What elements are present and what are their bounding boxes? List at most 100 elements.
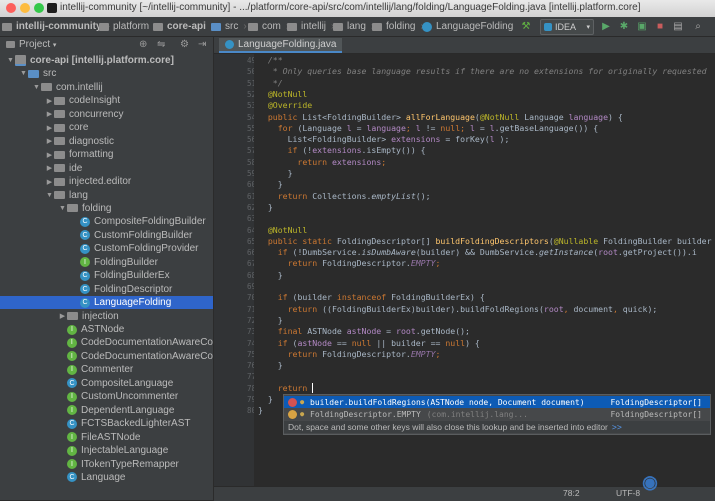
search-icon[interactable]: ⌕ bbox=[692, 19, 704, 34]
tree-item[interactable]: ▶ diagnostic bbox=[0, 135, 213, 148]
collapse-arrow-icon[interactable]: ▶ bbox=[58, 312, 67, 320]
project-panel-header: Project ▾ ⊕ ⇋ ⚙ ⇥ bbox=[0, 37, 213, 54]
tree-item[interactable]: I CodeDocumentationAwareCo bbox=[0, 350, 213, 363]
tree-item[interactable]: I FileASTNode bbox=[0, 431, 213, 444]
tree-item[interactable]: ▶ ide bbox=[0, 162, 213, 175]
close-window-button[interactable] bbox=[6, 3, 16, 13]
run-icon[interactable]: ▶ bbox=[600, 19, 612, 34]
code-line: return Collections.emptyList(); bbox=[258, 190, 431, 201]
tree-item[interactable]: C FoldingBuilderEx bbox=[0, 269, 213, 282]
class-icon: C bbox=[80, 216, 90, 227]
collapse-arrow-icon[interactable]: ▶ bbox=[45, 97, 54, 105]
tree-item-label: FoldingBuilder bbox=[94, 256, 158, 268]
expand-arrow-icon[interactable]: ▼ bbox=[32, 84, 41, 91]
tree-item[interactable]: ▼ com.intellij bbox=[0, 81, 213, 94]
project-view-select[interactable]: Project ▾ bbox=[19, 39, 56, 50]
tree-item[interactable]: ▶ core bbox=[0, 121, 213, 134]
class-icon: C bbox=[80, 270, 90, 281]
tree-item[interactable]: I FoldingBuilder bbox=[0, 256, 213, 269]
tree-item-label: ASTNode bbox=[81, 324, 125, 335]
gear-icon[interactable]: ⚙ bbox=[180, 39, 189, 50]
tree-item[interactable]: I ITokenTypeRemapper bbox=[0, 458, 213, 471]
breadcrumb-com[interactable]: com› bbox=[248, 19, 289, 34]
expand-arrow-icon[interactable]: ▼ bbox=[58, 205, 67, 212]
collapse-arrow-icon[interactable]: ▶ bbox=[45, 164, 54, 172]
tree-item[interactable]: C FoldingDescriptor bbox=[0, 283, 213, 296]
breadcrumb-platform[interactable]: platform› bbox=[99, 19, 157, 34]
tree-item[interactable]: C Language bbox=[0, 471, 213, 484]
breadcrumb-core-api[interactable]: core-api› bbox=[153, 19, 214, 34]
code-line: public List<FoldingBuilder> allForLangua… bbox=[258, 111, 623, 122]
caret-position[interactable]: 78:2 bbox=[563, 488, 580, 498]
collapse-arrow-icon[interactable]: ▶ bbox=[45, 110, 54, 118]
completion-item[interactable]: ● builder.buildFoldRegions(ASTNode node,… bbox=[284, 396, 710, 408]
expand-arrow-icon[interactable]: ▼ bbox=[45, 192, 54, 199]
breadcrumb-lang[interactable]: lang› bbox=[333, 19, 374, 34]
tree-item[interactable]: ▼ folding bbox=[0, 202, 213, 215]
tree-item[interactable]: I DependentLanguage bbox=[0, 404, 213, 417]
tree-item[interactable]: I CustomUncommenter bbox=[0, 390, 213, 403]
collapse-arrow-icon[interactable]: ▶ bbox=[45, 178, 54, 186]
breadcrumb-languagefolding[interactable]: LanguageFolding bbox=[422, 19, 513, 34]
expand-arrow-icon[interactable]: ▼ bbox=[19, 70, 28, 77]
field-icon bbox=[288, 409, 297, 419]
tree-item[interactable]: I Commenter bbox=[0, 363, 213, 376]
tree-item[interactable]: C CustomFoldingBuilder bbox=[0, 229, 213, 242]
tree-item-label: lang bbox=[69, 189, 88, 201]
folder-icon bbox=[67, 312, 78, 321]
tree-item[interactable]: ▼ core-api [intellij.platform.core] bbox=[0, 54, 213, 67]
interface-icon: I bbox=[67, 324, 77, 335]
tree-item[interactable]: ▼ src bbox=[0, 67, 213, 80]
hide-panel-icon[interactable]: ⇥ bbox=[198, 39, 206, 50]
expand-arrow-icon[interactable]: ▼ bbox=[6, 57, 15, 64]
tab-languagefolding[interactable]: LanguageFolding.java bbox=[219, 38, 343, 53]
chevron-down-icon: ▾ bbox=[586, 24, 590, 31]
build-hammer-icon[interactable]: ⚒ bbox=[520, 19, 532, 34]
tree-item-label: injection bbox=[82, 310, 119, 322]
tree-item[interactable]: C LanguageFolding bbox=[0, 296, 213, 310]
tree-item-label: Commenter bbox=[81, 364, 134, 376]
tree-item-label: ide bbox=[69, 162, 83, 174]
collapse-all-icon[interactable]: ⇋ bbox=[157, 39, 165, 50]
tree-item[interactable]: ▼ lang bbox=[0, 189, 213, 202]
tree-item[interactable]: C CompositeFoldingBuilder bbox=[0, 215, 213, 228]
tree-item[interactable]: I InjectableLanguage bbox=[0, 444, 213, 457]
tree-item[interactable]: C FCTSBackedLighterAST bbox=[0, 417, 213, 430]
collapse-arrow-icon[interactable]: ▶ bbox=[45, 151, 54, 159]
source-folder-icon bbox=[28, 69, 39, 78]
breadcrumb-project[interactable]: intellij-community› bbox=[2, 19, 110, 34]
tree-item-label: codeInsight bbox=[69, 95, 121, 107]
tree-item[interactable]: C CompositeLanguage bbox=[0, 377, 213, 390]
line-number: 50 bbox=[246, 67, 256, 77]
tree-item[interactable]: ▶ formatting bbox=[0, 148, 213, 161]
target-icon[interactable]: ⊕ bbox=[139, 39, 147, 50]
hint-more-link[interactable]: >> bbox=[612, 422, 622, 432]
tree-item[interactable]: I ASTNode bbox=[0, 323, 213, 336]
tree-item[interactable]: C CustomFoldingProvider bbox=[0, 242, 213, 255]
tree-item[interactable]: I CodeDocumentationAwareCo bbox=[0, 336, 213, 349]
tree-item-label: concurrency bbox=[69, 108, 124, 120]
zoom-window-button[interactable] bbox=[34, 3, 44, 13]
collapse-arrow-icon[interactable]: ▶ bbox=[45, 137, 54, 145]
code-line: } bbox=[258, 269, 283, 280]
tree-item-label: CodeDocumentationAwareCo bbox=[80, 350, 213, 362]
breadcrumb-src[interactable]: src › bbox=[211, 19, 247, 34]
breadcrumb-intellij[interactable]: intellij› bbox=[287, 19, 334, 34]
tree-item[interactable]: ▶ concurrency bbox=[0, 108, 213, 121]
stop-icon[interactable]: ■ bbox=[654, 19, 666, 34]
minimize-window-button[interactable] bbox=[20, 3, 30, 13]
interface-icon: I bbox=[67, 364, 77, 375]
collapse-arrow-icon[interactable]: ▶ bbox=[45, 124, 54, 132]
coverage-icon[interactable]: ▣ bbox=[636, 19, 648, 34]
code-line: for (Language l = language; l != null; l… bbox=[258, 122, 599, 133]
text-caret bbox=[312, 383, 314, 394]
completion-item[interactable]: ● FoldingDescriptor.EMPTY (com.intellij.… bbox=[284, 408, 710, 420]
tree-item[interactable]: ▶ injected.editor bbox=[0, 175, 213, 188]
tree-item[interactable]: ▶ injection bbox=[0, 310, 213, 323]
code-line: } bbox=[258, 179, 283, 190]
structure-icon[interactable]: ▤ bbox=[672, 19, 684, 34]
tree-item[interactable]: ▶ codeInsight bbox=[0, 94, 213, 107]
run-configuration-select[interactable]: IDEA ▾ bbox=[540, 19, 594, 35]
breadcrumb-folding[interactable]: folding› bbox=[372, 19, 424, 34]
debug-icon[interactable]: ✱ bbox=[618, 19, 630, 34]
